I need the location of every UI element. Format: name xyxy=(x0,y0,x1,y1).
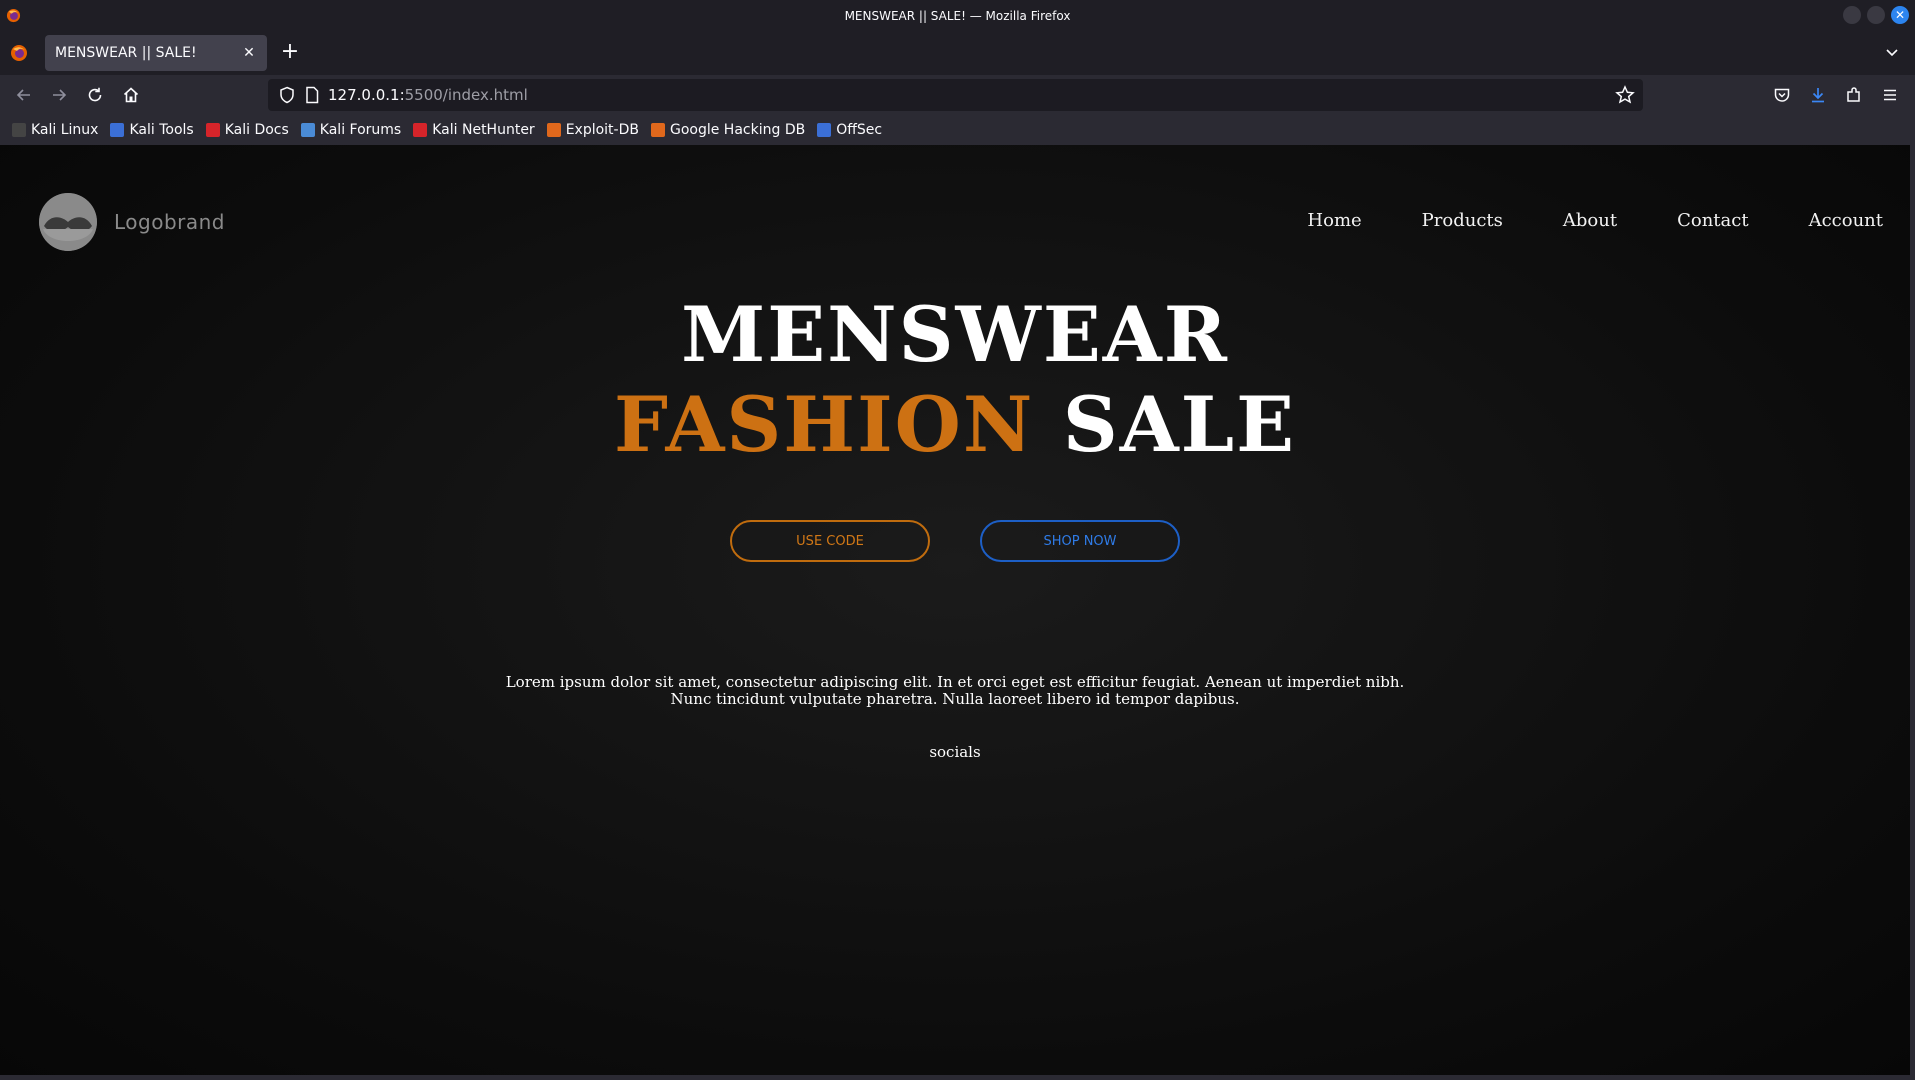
tab-strip: MENSWEAR || SALE! ✕ + xyxy=(0,31,1915,75)
nav-about[interactable]: About xyxy=(1563,210,1617,231)
bookmark-item[interactable]: Kali Docs xyxy=(205,122,289,138)
use-code-button[interactable]: USE CODE xyxy=(730,520,930,562)
bookmark-label: Kali NetHunter xyxy=(432,122,535,138)
hero-title-line1: MENSWEAR xyxy=(681,290,1229,379)
exploit-db-icon xyxy=(546,123,561,137)
bookmark-label: Kali Forums xyxy=(319,122,402,138)
app-menu-button[interactable] xyxy=(1878,83,1902,107)
home-icon xyxy=(123,87,139,103)
bookmark-label: Exploit-DB xyxy=(565,122,639,138)
url-path: 5500/index.html xyxy=(404,86,528,104)
shield-icon[interactable] xyxy=(278,86,296,104)
arrow-left-icon xyxy=(16,89,30,101)
nav-contact[interactable]: Contact xyxy=(1677,210,1748,231)
firefox-view-icon[interactable] xyxy=(10,44,28,62)
bookmark-item[interactable]: Google Hacking DB xyxy=(650,122,806,138)
nav-account[interactable]: Account xyxy=(1809,210,1883,231)
bookmark-label: Kali Docs xyxy=(224,122,289,138)
scrollbar-track[interactable] xyxy=(1910,145,1915,1075)
star-bookmark-icon[interactable] xyxy=(1615,85,1635,105)
logo-text: Logobrand xyxy=(114,210,226,234)
bookmarks-toolbar: Kali Linux Kali Tools Kali Docs Kali Forums… xyxy=(0,115,1915,145)
home-button[interactable] xyxy=(119,83,143,107)
close-window-button[interactable]: ✕ xyxy=(1891,6,1909,24)
bookmark-label: Google Hacking DB xyxy=(669,122,806,138)
description-text: Lorem ipsum dolor sit amet, consectetur … xyxy=(505,673,1405,708)
logo-mark-icon xyxy=(39,193,97,251)
bookmark-item[interactable]: Kali Tools xyxy=(110,122,194,138)
hero-buttons: USE CODE SHOP NOW xyxy=(0,520,1910,562)
nav-home[interactable]: Home xyxy=(1307,210,1361,231)
page-icon[interactable] xyxy=(304,86,320,104)
hero-title-line2: FASHION SALE xyxy=(0,380,1910,470)
extensions-button[interactable] xyxy=(1842,83,1866,107)
offsec-icon xyxy=(817,123,832,137)
close-icon: ✕ xyxy=(1894,8,1906,22)
downloads-button[interactable] xyxy=(1806,83,1830,107)
kali-forums-icon xyxy=(300,123,315,137)
nav-products[interactable]: Products xyxy=(1422,210,1503,231)
bookmark-item[interactable]: Exploit-DB xyxy=(546,122,639,138)
bookmark-item[interactable]: Kali NetHunter xyxy=(413,122,535,138)
bookmark-label: OffSec xyxy=(836,122,883,138)
navigation-toolbar: 127.0.0.1: 5500/index.html xyxy=(0,75,1915,115)
maximize-button[interactable] xyxy=(1867,6,1885,24)
bookmark-item[interactable]: Kali Linux xyxy=(12,122,98,138)
bookmark-label: Kali Tools xyxy=(129,122,194,138)
shop-now-button[interactable]: SHOP NOW xyxy=(980,520,1180,562)
site-logo[interactable]: Logobrand xyxy=(39,193,225,251)
hero-heading: MENSWEAR FASHION SALE xyxy=(0,290,1910,470)
kali-docs-icon xyxy=(205,123,220,137)
download-icon xyxy=(1812,88,1824,103)
pocket-button[interactable] xyxy=(1770,83,1794,107)
reload-button[interactable] xyxy=(83,83,107,107)
forward-button[interactable] xyxy=(47,83,71,107)
pocket-icon xyxy=(1774,88,1790,102)
tab-close-icon[interactable]: ✕ xyxy=(239,43,259,63)
arrow-right-icon xyxy=(53,89,67,101)
socials-text: socials xyxy=(929,743,981,761)
firefox-logo-icon xyxy=(6,8,21,23)
bookmark-item[interactable]: Kali Forums xyxy=(300,122,402,138)
address-bar[interactable]: 127.0.0.1: 5500/index.html xyxy=(268,79,1643,111)
kali-dragon-icon xyxy=(12,123,26,137)
ghdb-icon xyxy=(650,123,665,137)
kali-tools-icon xyxy=(110,123,125,137)
bookmark-label: Kali Linux xyxy=(31,122,99,138)
hero-accent-word: FASHION xyxy=(613,380,1035,469)
window-title: MENSWEAR || SALE! — Mozilla Firefox xyxy=(844,8,1071,23)
tab-active[interactable]: MENSWEAR || SALE! ✕ xyxy=(45,35,267,71)
new-tab-button[interactable]: + xyxy=(280,41,300,63)
tab-title: MENSWEAR || SALE! xyxy=(55,45,197,61)
kali-nethunter-icon xyxy=(413,123,428,137)
reload-icon xyxy=(88,87,102,102)
chevron-down-icon[interactable] xyxy=(1883,43,1901,61)
site-nav: Home Products About Contact Account xyxy=(1307,210,1883,231)
web-page: Logobrand Home Products About Contact Ac… xyxy=(0,145,1910,1075)
minimize-button[interactable] xyxy=(1843,6,1861,24)
window-titlebar: MENSWEAR || SALE! — Mozilla Firefox ✕ xyxy=(0,0,1915,31)
hamburger-menu-icon xyxy=(1884,89,1896,101)
hero-sale-word: SALE xyxy=(1062,380,1297,469)
back-button[interactable] xyxy=(12,83,36,107)
puzzle-icon xyxy=(1847,87,1860,102)
bookmark-item[interactable]: OffSec xyxy=(817,122,882,138)
window-bottom-edge xyxy=(0,1075,1915,1080)
